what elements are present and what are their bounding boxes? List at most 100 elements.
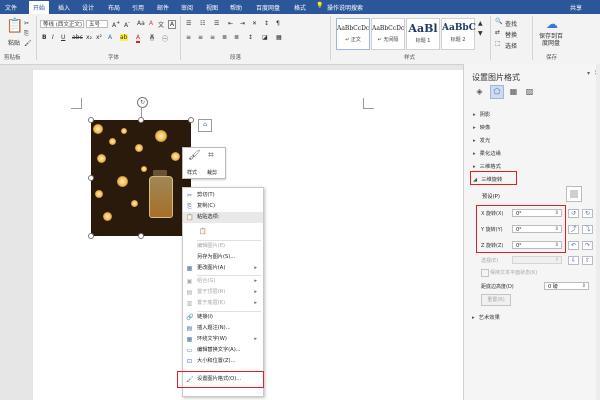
fill-line-icon[interactable]: ◈ [474, 86, 485, 97]
menu-change-picture[interactable]: ▦ 更改图片(A) ▸ [183, 263, 263, 274]
show-marks-icon[interactable]: ¶ [276, 20, 280, 27]
styles-scroll-up-icon[interactable]: ▲ [478, 20, 483, 27]
menu-mailings[interactable]: 邮件 [157, 3, 169, 12]
highlight-icon[interactable]: ab [120, 34, 128, 41]
grow-font-icon[interactable]: A+ [112, 20, 120, 29]
replace-button[interactable]: 替换 [505, 30, 517, 39]
styles-scroll-down-icon[interactable]: ▼ [478, 30, 483, 37]
menu-wrap-text[interactable]: ▦ 环绕文字(W) ▸ [183, 334, 263, 345]
rotate-down-icon[interactable]: ⤵ [582, 225, 593, 234]
share-button[interactable]: 共享 [570, 3, 582, 12]
align-left-icon[interactable]: ≡ [186, 34, 191, 41]
superscript-icon[interactable]: x² [96, 34, 102, 41]
format-painter-icon[interactable]: 🖌 [24, 40, 32, 47]
perspective-down-icon[interactable]: ⇩ [568, 256, 579, 265]
find-icon[interactable]: 🔍 [495, 18, 502, 25]
menu-size-position[interactable]: ⊡ 大小和位置(Z)... [183, 356, 263, 367]
rotate-cw-icon[interactable]: ↷ [582, 241, 593, 250]
underline-icon[interactable]: U [61, 34, 65, 41]
menu-file[interactable]: 文件 [5, 3, 17, 12]
effects-icon[interactable]: ⬠ [490, 85, 504, 99]
font-size-select[interactable]: 五号 [86, 20, 108, 28]
chinese-layout-icon[interactable]: ✕ [252, 20, 257, 27]
menu-help[interactable]: 帮助 [230, 3, 242, 12]
section-artistic-effects[interactable]: ▸ 艺术效果 [472, 313, 500, 321]
tell-me-search[interactable]: 操作说明搜索 [327, 3, 363, 12]
justify-icon[interactable]: ≣ [222, 34, 227, 41]
find-button[interactable]: 查找 [505, 19, 517, 28]
pane-options-icon[interactable]: ▾ [587, 70, 590, 77]
sort-icon[interactable]: ↕ [264, 20, 269, 27]
resize-handle-nw[interactable] [88, 117, 94, 123]
subscript-icon[interactable]: x₂ [86, 34, 92, 41]
resize-handle-s[interactable] [138, 233, 144, 239]
baidu-cloud-icon[interactable]: ☁ [546, 17, 558, 31]
resize-handle-ne[interactable] [188, 117, 194, 123]
menu-review[interactable]: 审阅 [181, 3, 193, 12]
char-shading-icon[interactable]: A [150, 34, 155, 41]
preset-dropdown[interactable] [566, 186, 582, 202]
select-icon[interactable]: ⬚ [495, 40, 501, 47]
crop-icon[interactable]: ⌗ [208, 150, 214, 161]
rotate-left-icon[interactable]: ↺ [568, 209, 579, 218]
increase-indent-icon[interactable]: ⇥ [240, 20, 245, 27]
menu-baidu[interactable]: 百度网盘 [256, 3, 280, 12]
style-brush-icon[interactable]: 🖌 [188, 150, 201, 161]
text-effects-icon[interactable]: A [108, 34, 112, 41]
section-3d-format[interactable]: ▸ 三维格式 [473, 162, 501, 170]
clear-format-icon[interactable]: A [149, 20, 153, 27]
layout-properties-icon[interactable]: ▦ [508, 86, 519, 97]
cut-icon[interactable]: ✂ [24, 20, 29, 27]
save-to-baidu-button[interactable]: 保存到百度网盘 [537, 33, 565, 47]
align-center-icon[interactable]: ≡ [198, 34, 203, 41]
picture-icon[interactable]: ▨ [524, 86, 535, 97]
multilevel-icon[interactable]: ☰ [214, 20, 219, 27]
select-button[interactable]: 选择 [505, 41, 517, 50]
paste-button[interactable]: 粘贴 [8, 38, 20, 47]
rotate-ccw-icon[interactable]: ↶ [568, 241, 579, 250]
shading-icon[interactable]: ◪ [262, 34, 268, 41]
section-soft-edges[interactable]: ▸ 柔化边缘 [473, 149, 501, 157]
italic-icon[interactable]: I [52, 34, 54, 41]
mini-style-label[interactable]: 样式 [187, 169, 197, 176]
perspective-up-icon[interactable]: ⇧ [582, 256, 593, 265]
menu-insert[interactable]: 插入 [58, 3, 70, 12]
menu-cut[interactable]: ✂ 剪切(T) [183, 190, 263, 201]
copy-icon[interactable]: ⎘ [24, 30, 29, 38]
menu-home[interactable]: 开始 [29, 1, 50, 14]
rotate-handle-icon[interactable]: ↻ [137, 97, 148, 108]
style-heading-2[interactable]: AaBbC 标题 2 [441, 18, 476, 50]
shrink-font-icon[interactable]: A- [124, 20, 130, 29]
bold-icon[interactable]: B [42, 34, 47, 41]
section-glow[interactable]: ▸ 发光 [473, 136, 490, 144]
numbering-icon[interactable]: ☷ [200, 20, 205, 27]
menu-copy[interactable]: ⎘ 复制(C) [183, 201, 263, 212]
enclose-char-icon[interactable]: ㊀ [162, 34, 168, 43]
spin-arrows-icon[interactable]: ⇕ [582, 282, 586, 290]
replace-icon[interactable]: ⇄ [495, 29, 500, 36]
pane-scrollbar[interactable] [596, 64, 600, 400]
line-spacing-icon[interactable]: ↕ [248, 34, 253, 41]
strikethrough-icon[interactable]: abc [72, 34, 83, 41]
resize-handle-w[interactable] [88, 175, 94, 181]
resize-handle-n[interactable] [138, 117, 144, 123]
menu-edit-alt-text[interactable]: ▭ 编辑替换文字(A)... [183, 345, 263, 356]
menu-format[interactable]: 格式 [294, 3, 306, 12]
rotate-up-icon[interactable]: ⤴ [568, 225, 579, 234]
section-reflection[interactable]: ▸ 映像 [473, 123, 490, 131]
menu-save-as-picture[interactable]: 另存为图片(S)... [183, 252, 263, 263]
menu-link[interactable]: 🔗 链接(I) [183, 312, 263, 323]
style-heading-1[interactable]: AaBl 标题 1 [406, 18, 440, 50]
border-char-icon[interactable]: A [168, 20, 177, 29]
menu-paste-picture[interactable]: 📋 [183, 225, 263, 239]
font-color-icon[interactable]: A [136, 34, 141, 43]
bullets-icon[interactable]: ☰ [186, 20, 191, 27]
change-case-icon[interactable]: Aa [137, 20, 145, 27]
selected-image[interactable] [91, 120, 191, 236]
paste-icon[interactable]: 📋 [6, 18, 23, 34]
mini-crop-label[interactable]: 裁剪 [207, 169, 217, 176]
resize-handle-sw[interactable] [88, 233, 94, 239]
layout-options-icon[interactable]: ⌂ [198, 119, 212, 132]
distribute-icon[interactable]: ≣ [234, 34, 239, 41]
menu-view[interactable]: 视图 [206, 3, 218, 12]
